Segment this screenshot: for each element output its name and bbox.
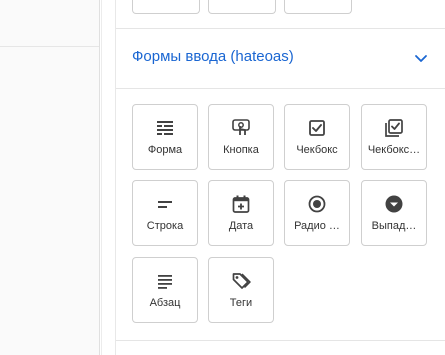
section-divider bbox=[116, 340, 445, 341]
tile-label: Кнопка bbox=[223, 144, 259, 156]
tile-date[interactable]: Дата bbox=[208, 180, 274, 246]
left-pane bbox=[0, 0, 99, 355]
short-text-icon bbox=[155, 194, 175, 214]
tile-label: Радио … bbox=[294, 220, 340, 232]
tile-paragraph[interactable]: Абзац bbox=[132, 257, 198, 323]
pane-divider-shadow bbox=[101, 0, 102, 355]
calendar-add-icon bbox=[231, 194, 251, 214]
dropdown-icon bbox=[384, 194, 404, 214]
section-divider bbox=[116, 88, 445, 89]
chevron-down-icon[interactable] bbox=[414, 51, 428, 62]
paragraph-icon bbox=[155, 271, 175, 291]
previous-tile[interactable] bbox=[132, 0, 200, 14]
tile-label: Строка bbox=[146, 220, 184, 232]
radio-icon bbox=[307, 194, 327, 214]
button-touch-icon bbox=[231, 118, 251, 138]
tags-icon bbox=[231, 271, 251, 291]
tile-radio[interactable]: Радио … bbox=[284, 180, 350, 246]
tile-label: Абзац bbox=[149, 297, 181, 309]
tile-checkbox-group[interactable]: Чекбокс… bbox=[361, 104, 427, 170]
tile-label: Выпад… bbox=[371, 220, 417, 232]
tile-checkbox[interactable]: Чекбокс bbox=[284, 104, 350, 170]
tile-form[interactable]: Форма bbox=[132, 104, 198, 170]
tile-label: Форма bbox=[147, 144, 183, 156]
tile-label: Теги bbox=[229, 297, 253, 309]
tile-button[interactable]: Кнопка bbox=[208, 104, 274, 170]
section-title: Формы ввода (hateoas) bbox=[132, 48, 294, 65]
tile-label: Чекбокс bbox=[296, 144, 338, 156]
components-panel: Формы ввода (hateoas) Форма Кнопка Чекбо… bbox=[115, 0, 445, 355]
left-pane-divider bbox=[0, 46, 99, 47]
pane-divider[interactable] bbox=[99, 0, 100, 355]
tile-string[interactable]: Строка bbox=[132, 180, 198, 246]
checkbox-icon bbox=[307, 118, 327, 138]
previous-tile[interactable] bbox=[284, 0, 352, 14]
tile-tags[interactable]: Теги bbox=[208, 257, 274, 323]
form-icon bbox=[155, 118, 175, 138]
checkbox-multiple-icon bbox=[384, 118, 404, 138]
tile-label: Чекбокс… bbox=[367, 144, 421, 156]
tile-label: Дата bbox=[228, 220, 254, 232]
tile-dropdown[interactable]: Выпад… bbox=[361, 180, 427, 246]
previous-tile[interactable] bbox=[208, 0, 276, 14]
section-header-input-forms[interactable]: Формы ввода (hateoas) bbox=[116, 28, 445, 86]
